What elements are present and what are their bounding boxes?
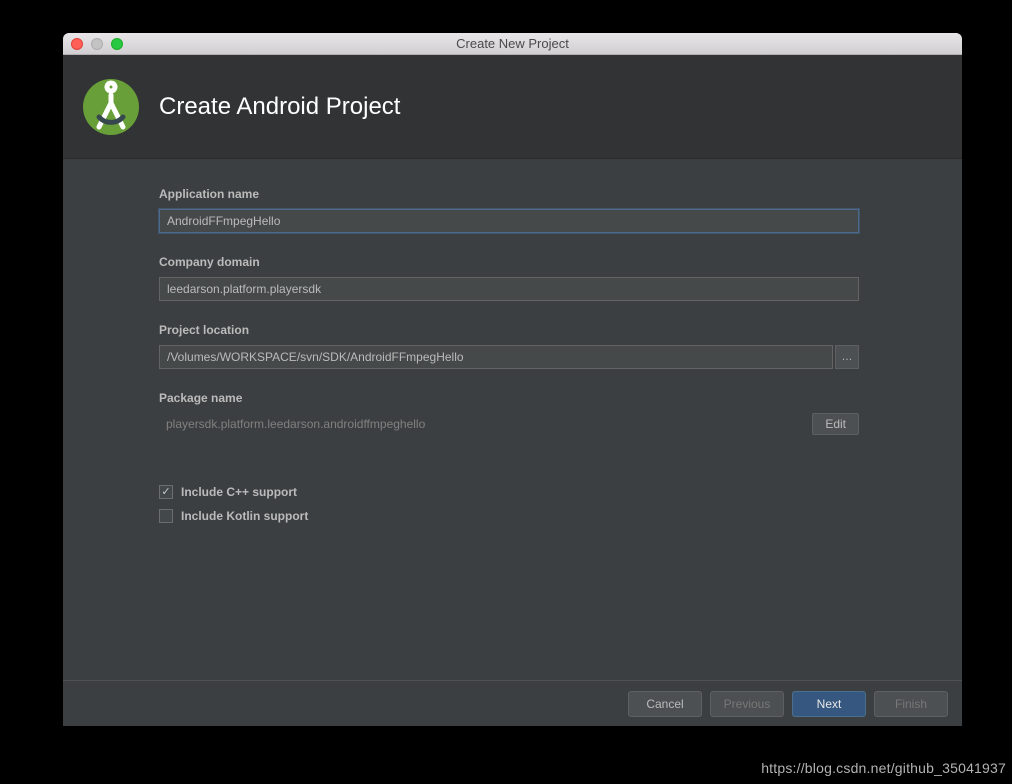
window-title: Create New Project [63, 36, 962, 51]
previous-button: Previous [710, 691, 784, 717]
android-studio-icon [81, 77, 141, 137]
checkbox-kotlin[interactable] [159, 509, 173, 523]
field-package-name: Package name playersdk.platform.leedarso… [159, 391, 922, 435]
company-domain-label: Company domain [159, 255, 922, 269]
field-company-domain: Company domain [159, 255, 922, 301]
next-button[interactable]: Next [792, 691, 866, 717]
application-name-input[interactable] [159, 209, 859, 233]
package-name-label: Package name [159, 391, 922, 405]
cpp-support-label: Include C++ support [181, 485, 297, 499]
minimize-icon [91, 38, 103, 50]
traffic-lights [63, 38, 123, 50]
project-location-input[interactable] [159, 345, 833, 369]
ellipsis-icon: … [842, 351, 853, 363]
edit-package-button[interactable]: Edit [812, 413, 859, 435]
browse-location-button[interactable]: … [835, 345, 859, 369]
project-location-label: Project location [159, 323, 922, 337]
finish-button: Finish [874, 691, 948, 717]
maximize-icon[interactable] [111, 38, 123, 50]
wizard-footer: Cancel Previous Next Finish [63, 680, 962, 726]
cancel-button[interactable]: Cancel [628, 691, 702, 717]
option-kotlin-support[interactable]: Include Kotlin support [159, 509, 922, 523]
application-name-label: Application name [159, 187, 922, 201]
watermark-text: https://blog.csdn.net/github_35041937 [761, 760, 1006, 776]
wizard-header: Create Android Project [63, 55, 962, 159]
field-project-location: Project location … [159, 323, 922, 369]
titlebar: Create New Project [63, 33, 962, 55]
package-name-value: playersdk.platform.leedarson.androidffmp… [159, 413, 812, 435]
page-title: Create Android Project [159, 93, 400, 121]
form-content: Application name Company domain Project … [63, 159, 962, 680]
close-icon[interactable] [71, 38, 83, 50]
dialog-window: Create New Project Create Android Projec… [63, 33, 962, 726]
company-domain-input[interactable] [159, 277, 859, 301]
checkbox-cpp[interactable] [159, 485, 173, 499]
kotlin-support-label: Include Kotlin support [181, 509, 308, 523]
field-application-name: Application name [159, 187, 922, 233]
option-cpp-support[interactable]: Include C++ support [159, 485, 922, 499]
